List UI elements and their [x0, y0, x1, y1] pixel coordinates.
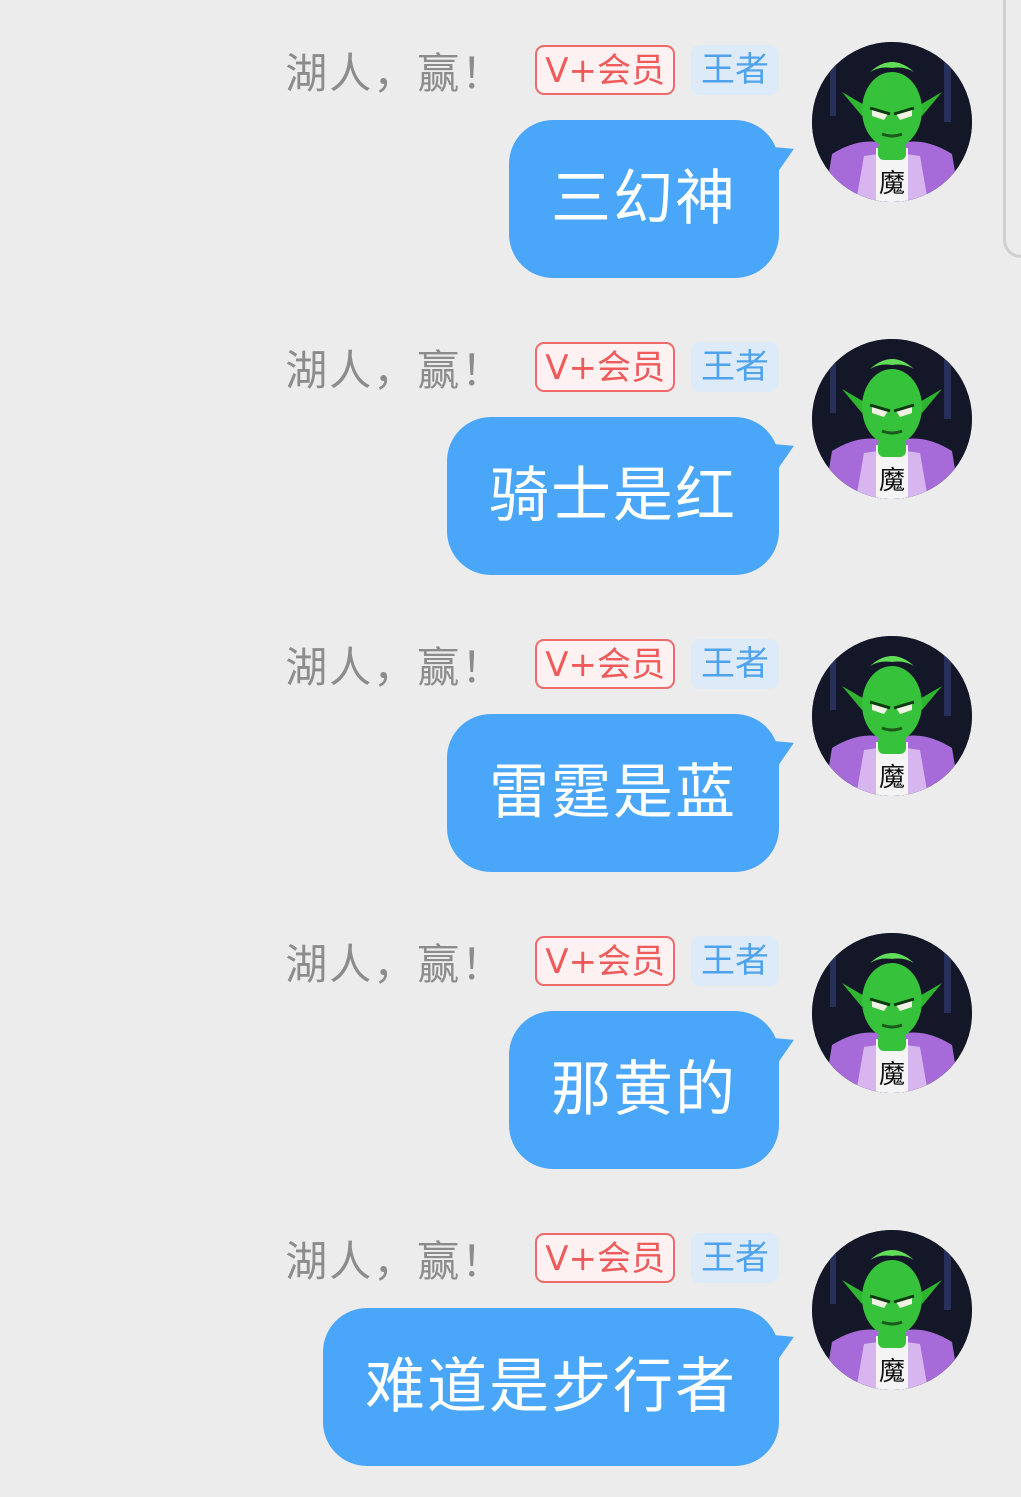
chat-message: 湖人，赢！ V+会员 王者 雷霆是蓝 魔: [0, 636, 1021, 898]
bubble-tail: [766, 1324, 800, 1360]
avatar[interactable]: 魔: [812, 636, 972, 796]
green-demon-character-avatar-icon: 魔: [812, 339, 972, 499]
sender-name[interactable]: 湖人，赢！: [285, 337, 505, 398]
green-demon-character-avatar-icon: 魔: [812, 1230, 972, 1390]
rank-badge: 王者: [691, 936, 779, 986]
message-meta: 湖人，赢！ V+会员 王者: [285, 341, 779, 395]
sender-name[interactable]: 湖人，赢！: [285, 634, 505, 695]
rank-badge: 王者: [691, 639, 779, 689]
message-text: 那黄的: [551, 1055, 737, 1125]
avatar[interactable]: 魔: [812, 1230, 972, 1390]
sender-name[interactable]: 湖人，赢！: [285, 931, 505, 992]
sender-name[interactable]: 湖人，赢！: [285, 40, 505, 101]
avatar[interactable]: 魔: [812, 339, 972, 499]
vip-badge: V+会员: [535, 342, 675, 392]
bubble-tail: [766, 1027, 800, 1063]
message-bubble[interactable]: 那黄的: [509, 1011, 800, 1169]
message-text: 三幻神: [551, 164, 737, 234]
green-demon-character-avatar-icon: 魔: [812, 42, 972, 202]
rank-badge: 王者: [691, 45, 779, 95]
message-bubble[interactable]: 雷霆是蓝: [447, 714, 800, 872]
green-demon-character-avatar-icon: 魔: [812, 636, 972, 796]
message-meta: 湖人，赢！ V+会员 王者: [285, 1232, 779, 1286]
message-text: 难道是步行者: [365, 1352, 737, 1422]
chat-message: 湖人，赢！ V+会员 王者 难道是步行者 魔: [0, 1230, 1021, 1492]
message-text: 骑士是红: [489, 461, 737, 531]
message-bubble[interactable]: 骑士是红: [447, 417, 800, 575]
vip-badge: V+会员: [535, 1233, 675, 1283]
message-bubble[interactable]: 三幻神: [509, 120, 800, 278]
avatar-glyph: 魔: [879, 169, 905, 199]
rank-badge: 王者: [691, 342, 779, 392]
bubble-tail: [766, 730, 800, 766]
message-meta: 湖人，赢！ V+会员 王者: [285, 44, 779, 98]
rank-badge: 王者: [691, 1233, 779, 1283]
vip-badge: V+会员: [535, 936, 675, 986]
avatar[interactable]: 魔: [812, 42, 972, 202]
bubble-tail: [766, 433, 800, 469]
vip-badge: V+会员: [535, 45, 675, 95]
chat-message: 湖人，赢！ V+会员 王者 那黄的 魔: [0, 933, 1021, 1195]
message-bubble[interactable]: 难道是步行者: [323, 1308, 800, 1466]
sender-name[interactable]: 湖人，赢！: [285, 1228, 505, 1289]
chat-message: 湖人，赢！ V+会员 王者 骑士是红 魔: [0, 339, 1021, 601]
vip-badge: V+会员: [535, 639, 675, 689]
message-meta: 湖人，赢！ V+会员 王者: [285, 638, 779, 692]
bubble-tail: [766, 136, 800, 172]
avatar[interactable]: 魔: [812, 933, 972, 1093]
message-text: 雷霆是蓝: [489, 758, 737, 828]
avatar-glyph: 魔: [879, 763, 905, 793]
message-meta: 湖人，赢！ V+会员 王者: [285, 935, 779, 989]
avatar-glyph: 魔: [879, 1357, 905, 1387]
chat-message: 湖人，赢！ V+会员 王者 三幻神 魔: [0, 42, 1021, 304]
avatar-glyph: 魔: [879, 466, 905, 496]
avatar-glyph: 魔: [879, 1060, 905, 1090]
green-demon-character-avatar-icon: 魔: [812, 933, 972, 1093]
